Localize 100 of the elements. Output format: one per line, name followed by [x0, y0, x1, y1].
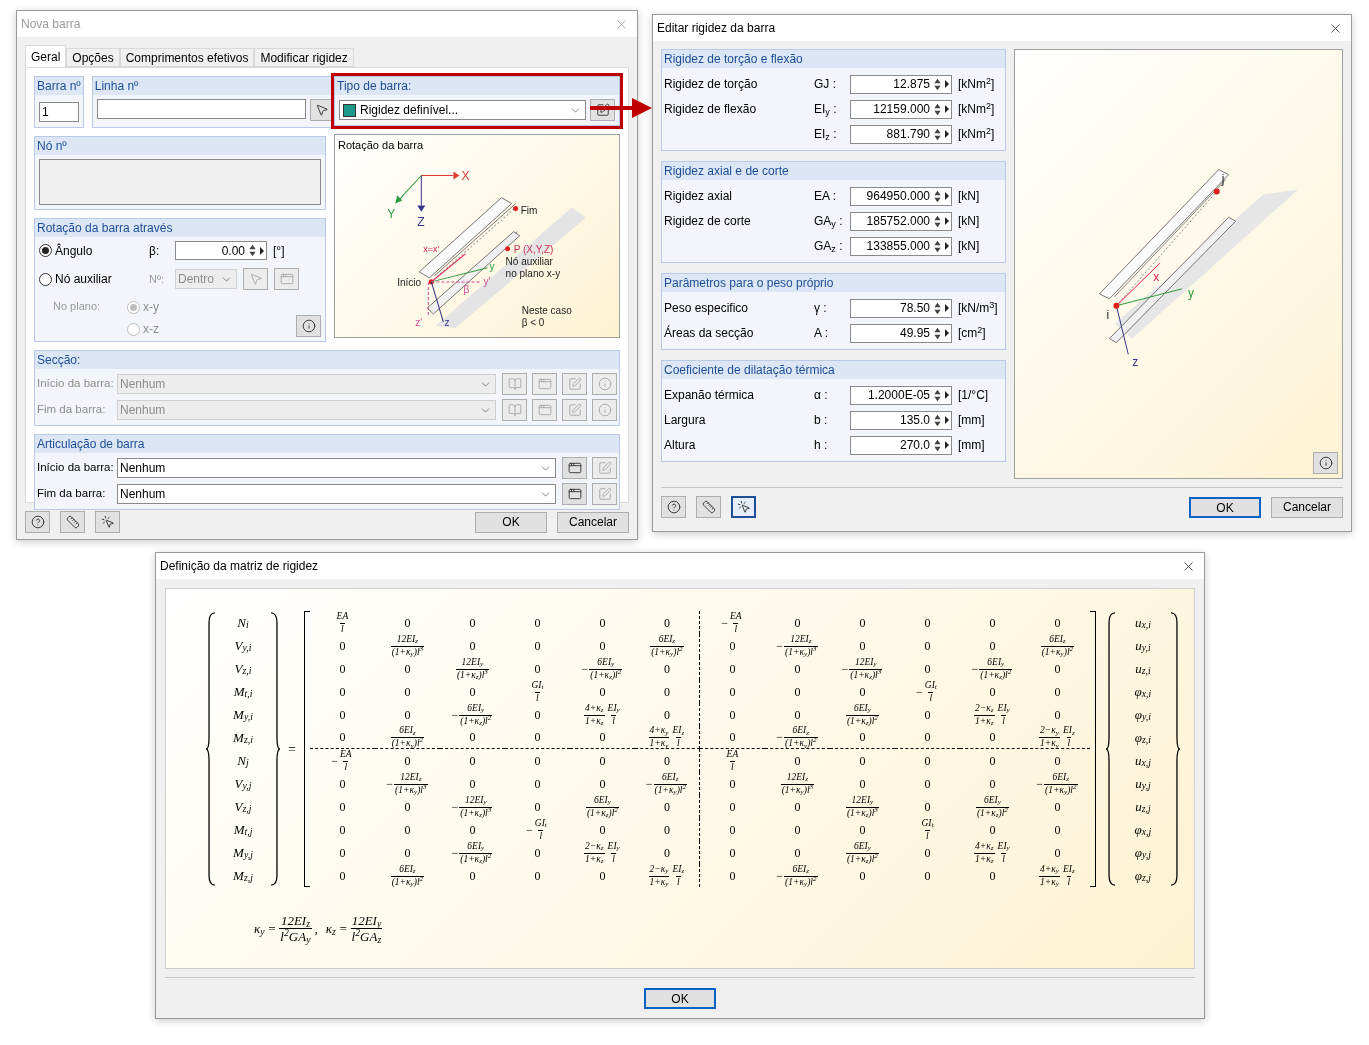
symbol-label: GA$_{y}$ :: [814, 213, 844, 230]
matrix-entry: 0: [794, 614, 801, 632]
matrix-entry: 6EI$_{z}$ (1+κ$_{y}$)l$^{2}$: [649, 633, 685, 658]
triangle-icon: [945, 441, 949, 449]
help-button[interactable]: [25, 511, 50, 533]
new-button[interactable]: [562, 457, 587, 479]
group-title: Nó nº: [35, 137, 325, 155]
vector-entry: φ$_{y,j}$: [1133, 843, 1152, 862]
matrix-entry: 0: [989, 821, 996, 839]
axis-label: X: [461, 168, 470, 182]
arrow-button[interactable]: [943, 435, 952, 455]
tab[interactable]: Opções: [66, 48, 120, 67]
arrow-button[interactable]: [943, 124, 952, 144]
number-field[interactable]: 135.0: [850, 410, 932, 430]
symbol-label: α :: [814, 387, 829, 404]
triangle-icon: [945, 391, 949, 399]
group-title: Barra nº: [35, 77, 83, 95]
info-button[interactable]: [1313, 452, 1338, 474]
number-field[interactable]: 133855.000: [850, 236, 932, 256]
number-field[interactable]: 49.95: [850, 323, 932, 343]
dialog-button[interactable]: OK: [475, 511, 547, 533]
number-field[interactable]: 881.790: [850, 124, 932, 144]
window-icon: [567, 461, 582, 475]
axis-label: Z: [417, 214, 425, 229]
arrow-button[interactable]: [943, 385, 952, 405]
tab[interactable]: Comprimentos efetivos: [119, 48, 255, 67]
arrow-button[interactable]: [943, 99, 952, 119]
matrix-entry: 0: [924, 844, 931, 862]
number-field[interactable]: 12.875: [850, 74, 932, 94]
input-field[interactable]: 1: [39, 102, 79, 122]
matrix-entry: EA l: [725, 748, 740, 773]
dialog-button[interactable]: OK: [644, 988, 716, 1009]
cursor-icon: [315, 103, 330, 117]
dropdown[interactable]: Nenhum: [117, 484, 556, 504]
matrix-entry: 0: [404, 844, 411, 862]
triangle-icon: [945, 416, 949, 424]
number-field[interactable]: 1.2000E-05: [850, 385, 932, 405]
units-button[interactable]: [60, 511, 85, 533]
arrow-button[interactable]: [943, 211, 952, 231]
arrow-button[interactable]: [943, 74, 952, 94]
matrix-entry: 4+κ$_{z}$ 1+κ$_{z}$ EI$_{y}$ l: [583, 702, 621, 727]
node-list-field[interactable]: [39, 159, 321, 205]
matrix-entry: 0: [924, 729, 931, 746]
number-field[interactable]: 0.00: [175, 241, 247, 260]
matrix-entry: 0: [469, 729, 476, 746]
radio-button[interactable]: Nó auxiliar: [39, 270, 149, 288]
dropdown[interactable]: Rigidez definível...: [339, 100, 586, 120]
unit-label: [kN]: [958, 238, 980, 255]
info-button[interactable]: [296, 315, 321, 337]
number-field[interactable]: 270.0: [850, 435, 932, 455]
field-label: Áreas da secção: [664, 324, 755, 342]
matrix-entry: 0: [404, 614, 411, 632]
number-field[interactable]: 78.50: [850, 298, 932, 318]
tab[interactable]: Geral: [25, 45, 67, 67]
info-icon: [1318, 456, 1333, 470]
axis-label: y: [1187, 285, 1194, 300]
matrix-entry: 0: [339, 844, 346, 862]
matrix-entry: 0: [404, 752, 411, 770]
pick-button[interactable]: [731, 496, 756, 518]
pick-button[interactable]: [95, 511, 120, 533]
units-button[interactable]: [696, 496, 721, 518]
number-field[interactable]: 12159.000: [850, 99, 932, 119]
group-title: Rotação da barra através: [35, 219, 325, 237]
number-field[interactable]: 964950.000: [850, 186, 932, 206]
matrix-entry: 0: [339, 660, 346, 678]
cursor-icon: [248, 272, 263, 286]
matrix-entry: 0: [469, 752, 476, 770]
book-icon: [507, 377, 522, 391]
help-button[interactable]: [661, 496, 686, 518]
tab[interactable]: Modificar rigidez: [254, 48, 354, 67]
pen-icon: [595, 103, 610, 117]
vector-entry: V$_{y,j}$: [233, 774, 253, 793]
input-field[interactable]: [96, 99, 306, 119]
matrix-entry: 0: [989, 752, 996, 770]
arrow-button[interactable]: [943, 236, 952, 256]
radio-button[interactable]: Ângulo: [39, 241, 149, 260]
dropdown[interactable]: Nenhum: [117, 458, 556, 478]
new-button[interactable]: [562, 483, 587, 505]
matrix-entry: 0: [469, 614, 476, 632]
window-title: Nova barra: [21, 16, 81, 33]
matrix-entry: 0: [534, 752, 541, 770]
matrix-entry: 0: [989, 614, 996, 632]
arrow-button[interactable]: [943, 298, 952, 318]
arrow-button[interactable]: [943, 323, 952, 343]
arrow-button[interactable]: [943, 186, 952, 206]
matrix-entry: 0: [534, 775, 541, 793]
matrix-entry: EA l: [335, 610, 350, 635]
diagram-label: β: [463, 283, 470, 295]
number-field[interactable]: 185752.000: [850, 211, 932, 231]
arrow-button[interactable]: [943, 410, 952, 430]
dialog-button[interactable]: Cancelar: [1271, 496, 1343, 518]
matrix-entry: 0: [534, 867, 541, 885]
pen-icon: [567, 403, 582, 417]
matrix-entry: 6EI$_{z}$ (1+κ$_{y}$)l$^{2}$: [389, 725, 426, 749]
dialog-button[interactable]: OK: [1189, 496, 1261, 518]
matrix-entry: 0: [859, 821, 866, 839]
matrix-entry: 0: [924, 614, 931, 632]
vector-entry: φ$_{z,i}$: [1133, 728, 1152, 747]
dialog-button[interactable]: Cancelar: [557, 511, 629, 533]
arrow-button[interactable]: [258, 241, 267, 260]
